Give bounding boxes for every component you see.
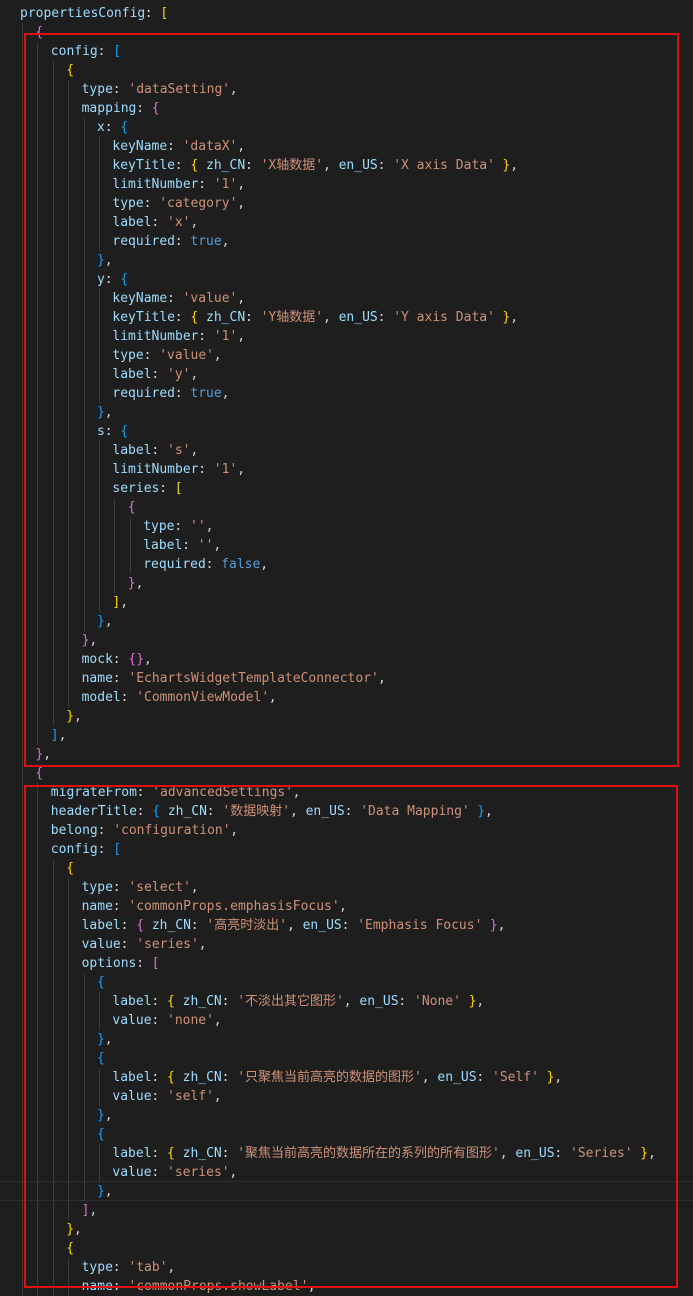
- indent-guide: [22, 1220, 23, 1239]
- indent-guide: [22, 118, 23, 137]
- indent-guide: [22, 403, 23, 422]
- indent-guide: [22, 688, 23, 707]
- indent-guide: [22, 612, 23, 631]
- code-editor[interactable]: propertiesConfig: [{config: [{type: 'dat…: [0, 0, 693, 1296]
- indent-guide: [22, 1011, 23, 1030]
- indent-guide: [22, 745, 23, 764]
- code-token: :: [144, 6, 161, 21]
- code-token: [: [160, 6, 169, 21]
- indent-guide: [22, 517, 23, 536]
- indent-guide: [22, 973, 23, 992]
- highlight-box-config: [24, 33, 679, 767]
- indent-guide: [22, 441, 23, 460]
- indent-guide: [22, 897, 23, 916]
- indent-guide: [22, 251, 23, 270]
- indent-guide: [22, 1277, 23, 1296]
- indent-guide: [22, 1106, 23, 1125]
- indent-guide: [22, 764, 23, 783]
- indent-guide: [22, 954, 23, 973]
- indent-guide: [22, 479, 23, 498]
- indent-guide: [22, 270, 23, 289]
- indent-guide: [22, 1049, 23, 1068]
- indent-guide: [22, 80, 23, 99]
- indent-guide: [22, 175, 23, 194]
- code-token: propertiesConfig: [20, 6, 146, 21]
- indent-guide: [22, 99, 23, 118]
- indent-guide: [22, 802, 23, 821]
- indent-guide: [22, 346, 23, 365]
- indent-guide: [22, 1239, 23, 1258]
- indent-guide: [22, 137, 23, 156]
- indent-guide: [22, 783, 23, 802]
- indent-guide: [22, 156, 23, 175]
- indent-guide: [22, 365, 23, 384]
- indent-guide: [22, 707, 23, 726]
- indent-guide: [22, 840, 23, 859]
- indent-guide: [22, 1030, 23, 1049]
- indent-guide: [22, 916, 23, 935]
- indent-guide: [22, 650, 23, 669]
- indent-guide: [22, 422, 23, 441]
- indent-guide: [22, 1258, 23, 1277]
- indent-guide: [22, 61, 23, 80]
- indent-guide: [22, 1182, 23, 1201]
- indent-guide: [22, 308, 23, 327]
- indent-guide: [22, 232, 23, 251]
- indent-guide: [22, 726, 23, 745]
- code-line: propertiesConfig: [: [0, 4, 693, 23]
- indent-guide: [22, 289, 23, 308]
- indent-guide: [22, 1087, 23, 1106]
- indent-guide: [22, 384, 23, 403]
- indent-guide: [22, 213, 23, 232]
- indent-guide: [22, 669, 23, 688]
- indent-guide: [22, 1201, 23, 1220]
- indent-guide: [22, 23, 23, 42]
- indent-guide: [22, 859, 23, 878]
- indent-guide: [22, 935, 23, 954]
- indent-guide: [22, 1144, 23, 1163]
- indent-guide: [22, 1125, 23, 1144]
- indent-guide: [22, 194, 23, 213]
- indent-guide: [22, 327, 23, 346]
- indent-guide: [22, 631, 23, 650]
- indent-guide: [22, 1163, 23, 1182]
- indent-guide: [22, 498, 23, 517]
- indent-guide: [22, 574, 23, 593]
- indent-guide: [22, 42, 23, 61]
- indent-guide: [22, 555, 23, 574]
- indent-guide: [22, 821, 23, 840]
- highlight-box-data-mapping: [24, 785, 678, 1288]
- indent-guide: [22, 1068, 23, 1087]
- indent-guide: [22, 992, 23, 1011]
- indent-guide: [22, 593, 23, 612]
- indent-guide: [22, 536, 23, 555]
- indent-guide: [22, 460, 23, 479]
- indent-guide: [22, 878, 23, 897]
